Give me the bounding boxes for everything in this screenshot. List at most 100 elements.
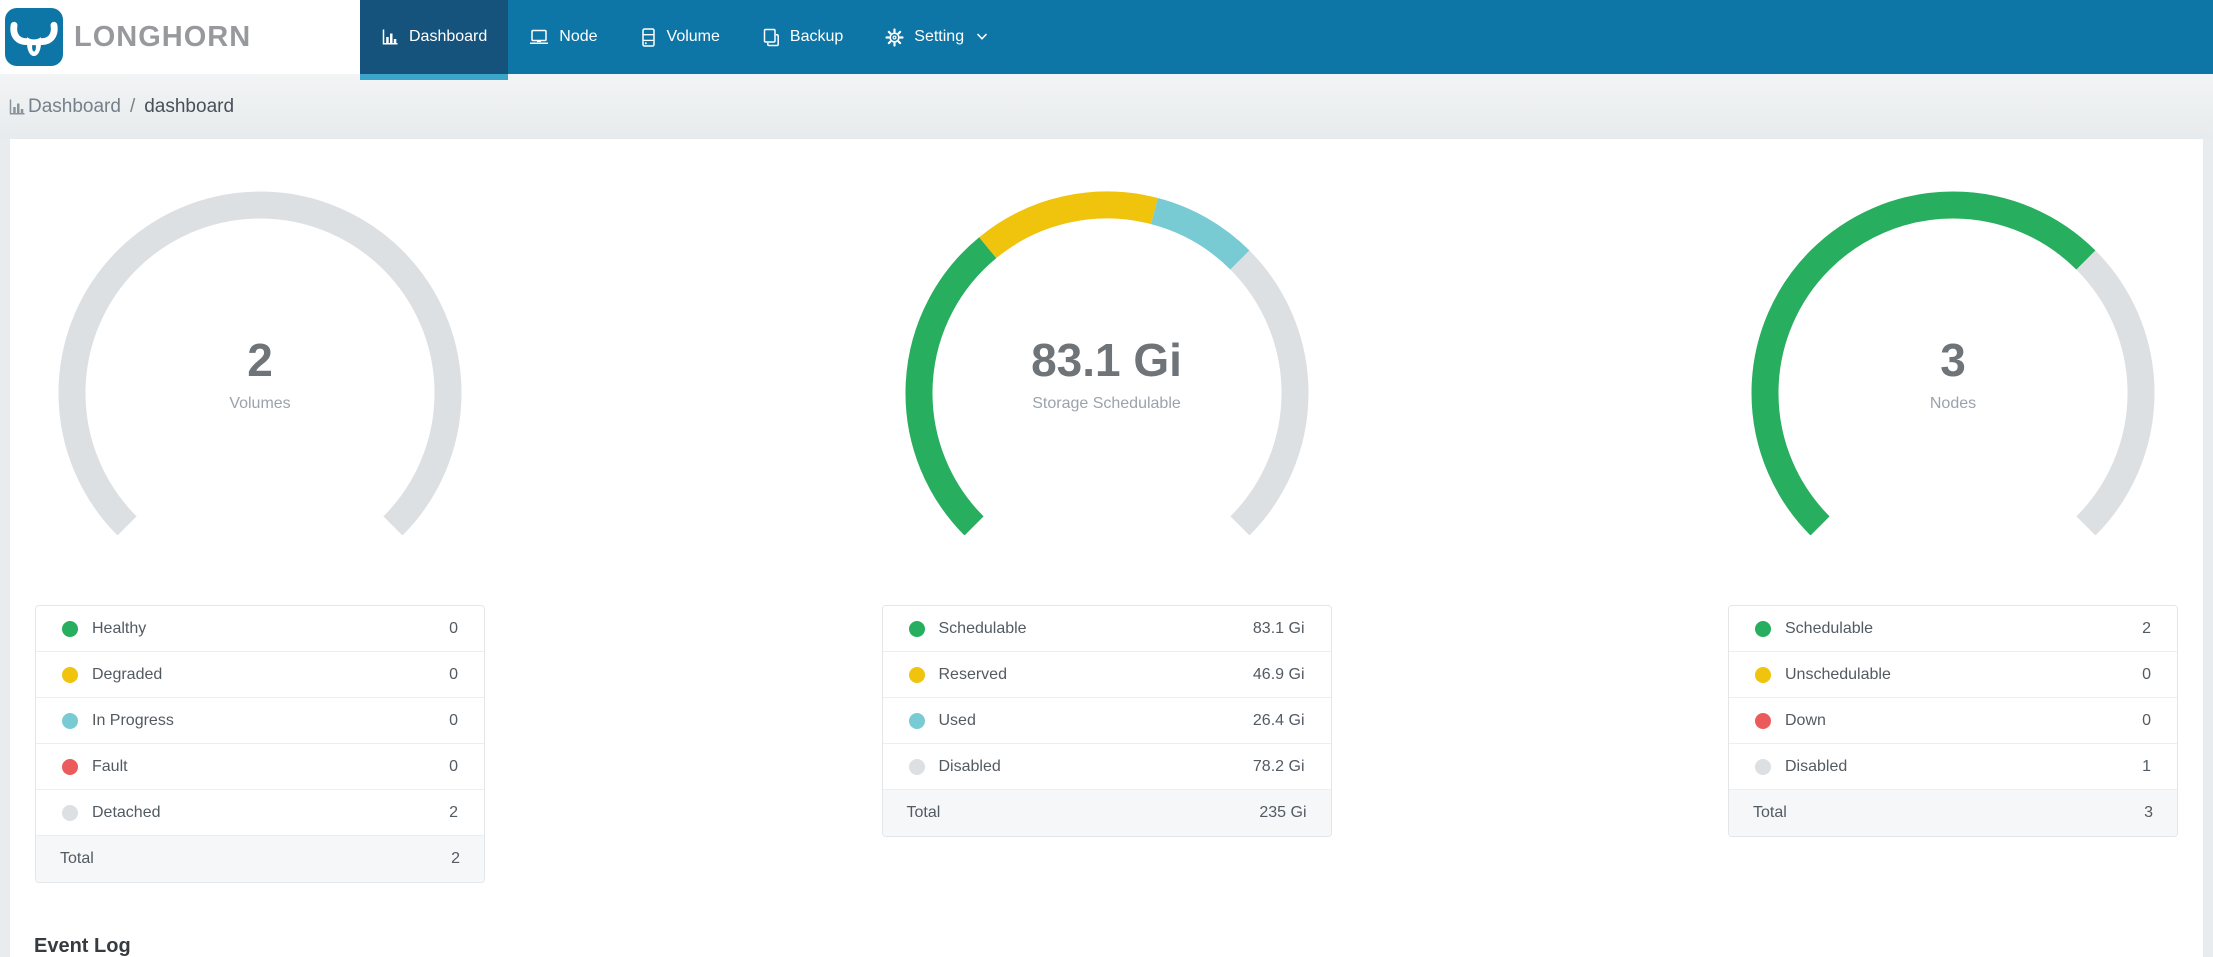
legend-row-fault: Fault 0: [36, 744, 484, 790]
legend-label: Detached: [92, 803, 161, 821]
status-dot: [1755, 758, 1771, 775]
total-value: 2: [451, 850, 460, 867]
gauge-segment-used: [1150, 198, 1249, 270]
total-value: 3: [2144, 804, 2153, 821]
gauge-segment-disabled: [1229, 250, 1309, 535]
dashboard-page: 2 Volumes Healthy 0 Degraded 0 In Progress 0 Fau…: [10, 139, 2203, 957]
legend-card: Healthy 0 Degraded 0 In Progress 0 Fault 0 Detac…: [35, 605, 485, 883]
legend-label: Schedulable: [938, 619, 1027, 637]
legend-value: 2: [449, 803, 458, 821]
legend-row-down: Down 0: [1729, 698, 2177, 744]
nav-tab-backup[interactable]: Backup: [741, 0, 864, 74]
legend-value: 0: [2142, 711, 2151, 729]
app-header: LONGHORN Dashboard Node Volume Backup Settin…: [0, 0, 2213, 80]
breadcrumb-current: dashboard: [144, 95, 235, 117]
nav-tab-dashboard[interactable]: Dashboard: [360, 0, 509, 80]
brand-name: LONGHORN: [74, 20, 252, 53]
nav-tab-label: Dashboard: [409, 28, 488, 45]
gauge-segment-schedulable: [1751, 191, 2096, 535]
nav-tab-node[interactable]: Node: [508, 0, 618, 74]
gear-icon: [885, 27, 904, 47]
status-dot: [908, 666, 925, 683]
legend-value: 26.4 Gi: [1252, 711, 1305, 729]
legend-row-healthy: Healthy 0: [36, 606, 484, 652]
status-dot: [1755, 620, 1771, 637]
gauge-chart: 83.1 Gi Storage Schedulable: [897, 183, 1317, 535]
legend-value: 78.2 Gi: [1252, 757, 1305, 775]
nav-tab-label: Setting: [914, 28, 965, 45]
status-dot: [1755, 712, 1771, 729]
event-log-title: Event Log: [34, 935, 131, 957]
legend-value: 0: [2142, 665, 2151, 683]
total-label: Total: [906, 804, 941, 821]
breadcrumb-separator: /: [129, 95, 136, 117]
gauge-column-2: 3 Nodes Schedulable 2 Unschedulable 0 Down 0 Dis…: [1728, 183, 2178, 883]
legend-card: Schedulable 83.1 Gi Reserved 46.9 Gi Used 26.…: [881, 605, 1332, 837]
bar-chart-icon: [8, 98, 26, 116]
gauge-columns: 2 Volumes Healthy 0 Degraded 0 In Progress 0 Fau…: [10, 183, 2203, 883]
legend-row-schedulable: Schedulable 2: [1729, 606, 2177, 652]
legend-total-row: Total 2: [36, 836, 484, 882]
gauge-segment-reserved: [978, 191, 1158, 259]
status-dot: [908, 620, 925, 637]
nav-tab-label: Backup: [789, 28, 844, 45]
legend-value: 0: [449, 665, 458, 683]
nav-tab-setting[interactable]: Setting: [864, 0, 1009, 74]
breadcrumb: Dashboard / dashboard: [0, 74, 2213, 139]
status-dot: [62, 712, 78, 729]
status-dot: [62, 804, 78, 821]
legend-total-row: Total 235 Gi: [882, 790, 1331, 836]
status-dot: [908, 712, 925, 729]
legend-row-unschedulable: Unschedulable 0: [1729, 652, 2177, 698]
legend-total-row: Total 3: [1729, 790, 2177, 836]
legend-row-disabled: Disabled 1: [1729, 744, 2177, 790]
legend-label: Used: [938, 711, 976, 729]
status-dot: [62, 758, 78, 775]
status-dot: [1755, 666, 1771, 683]
legend-value: 2: [2142, 619, 2151, 637]
legend-label: Unschedulable: [1785, 665, 1891, 683]
total-value: 235 Gi: [1259, 804, 1307, 821]
legend-value: 83.1 Gi: [1252, 619, 1305, 637]
total-label: Total: [60, 850, 94, 867]
main-nav: Dashboard Node Volume Backup Setting: [360, 0, 1009, 80]
legend-card: Schedulable 2 Unschedulable 0 Down 0 Disabled 1…: [1728, 605, 2178, 837]
legend-label: Down: [1785, 711, 1826, 729]
status-dot: [62, 666, 78, 683]
legend-label: Degraded: [92, 665, 163, 683]
gauge-column-0: 2 Volumes Healthy 0 Degraded 0 In Progress 0 Fau…: [35, 183, 485, 883]
gauge-chart: 2 Volumes: [50, 183, 470, 535]
legend-label: Disabled: [938, 757, 1001, 775]
gauge-segment-disabled: [2076, 250, 2155, 535]
legend-row-degraded: Degraded 0: [36, 652, 484, 698]
legend-label: Fault: [92, 757, 128, 775]
longhorn-logo-icon: [5, 8, 63, 66]
legend-row-reserved: Reserved 46.9 Gi: [882, 652, 1331, 698]
legend-row-disabled: Disabled 78.2 Gi: [882, 744, 1331, 790]
legend-label: Healthy: [92, 619, 147, 637]
total-label: Total: [1753, 804, 1787, 821]
legend-label: In Progress: [92, 711, 174, 729]
gauge-chart: 3 Nodes: [1743, 183, 2163, 535]
laptop-icon: [529, 28, 549, 46]
brand: LONGHORN: [0, 0, 360, 74]
legend-row-schedulable: Schedulable 83.1 Gi: [882, 606, 1331, 652]
gauge-column-1: 83.1 Gi Storage Schedulable Schedulable 83.…: [881, 183, 1332, 883]
nav-tab-label: Node: [559, 28, 598, 45]
legend-value: 0: [449, 711, 458, 729]
legend-value: 46.9 Gi: [1252, 665, 1305, 683]
chevron-down-icon: [976, 33, 988, 41]
legend-row-used: Used 26.4 Gi: [882, 698, 1331, 744]
breadcrumb-root[interactable]: Dashboard: [28, 96, 121, 118]
legend-row-in-progress: In Progress 0: [36, 698, 484, 744]
legend-label: Reserved: [938, 665, 1007, 683]
legend-value: 0: [449, 619, 458, 637]
status-dot: [62, 620, 78, 637]
gauge-segment-detached: [58, 191, 462, 535]
legend-value: 0: [449, 757, 458, 775]
nav-tab-volume[interactable]: Volume: [619, 0, 741, 74]
copy-icon: [762, 28, 780, 47]
legend-row-detached: Detached 2: [36, 790, 484, 836]
gauge-segment-schedulable: [905, 237, 996, 535]
legend-label: Disabled: [1785, 757, 1848, 775]
